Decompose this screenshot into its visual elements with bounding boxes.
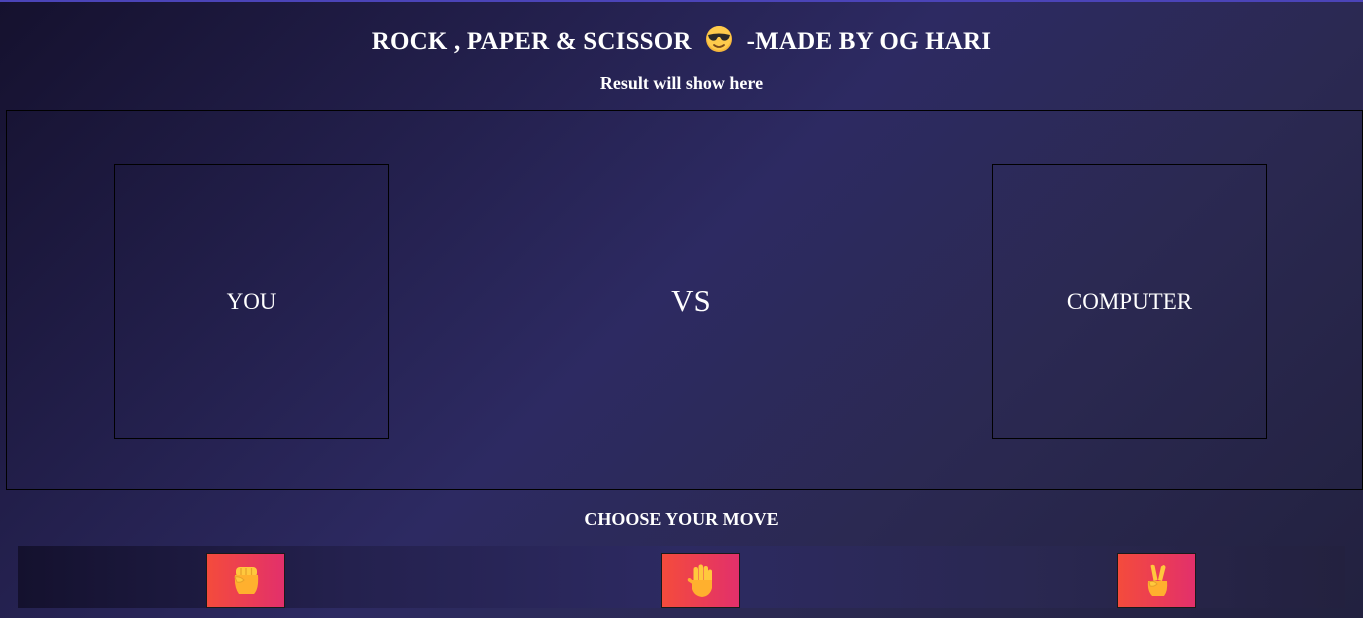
scissor-button[interactable] bbox=[1117, 553, 1196, 608]
player-choice-box: YOU bbox=[114, 164, 389, 439]
result-text: Result will show here bbox=[599, 73, 764, 93]
move-buttons-bar bbox=[18, 546, 1345, 608]
choose-move-heading: CHOOSE YOUR MOVE bbox=[584, 509, 779, 529]
rock-button[interactable] bbox=[206, 553, 285, 608]
title-text-main: ROCK , PAPER & SCISSOR bbox=[371, 28, 692, 55]
vs-label: VS bbox=[671, 283, 711, 318]
top-accent-line bbox=[0, 0, 1363, 2]
victory-hand-icon bbox=[1147, 564, 1167, 596]
player-label: YOU bbox=[226, 288, 277, 314]
paper-button[interactable] bbox=[661, 553, 740, 608]
computer-choice-box: COMPUTER bbox=[992, 164, 1267, 439]
computer-label: COMPUTER bbox=[1066, 288, 1193, 314]
title-text-author: -MADE BY OG HARI bbox=[746, 28, 992, 55]
page-title: ROCK , PAPER & SCISSOR -MADE BY OG HARI bbox=[0, 24, 1363, 57]
sunglasses-face-icon bbox=[704, 24, 734, 54]
raised-fist-icon bbox=[233, 566, 258, 594]
raised-hand-icon bbox=[687, 564, 712, 597]
game-arena: YOU VS COMPUTER bbox=[6, 110, 1363, 490]
